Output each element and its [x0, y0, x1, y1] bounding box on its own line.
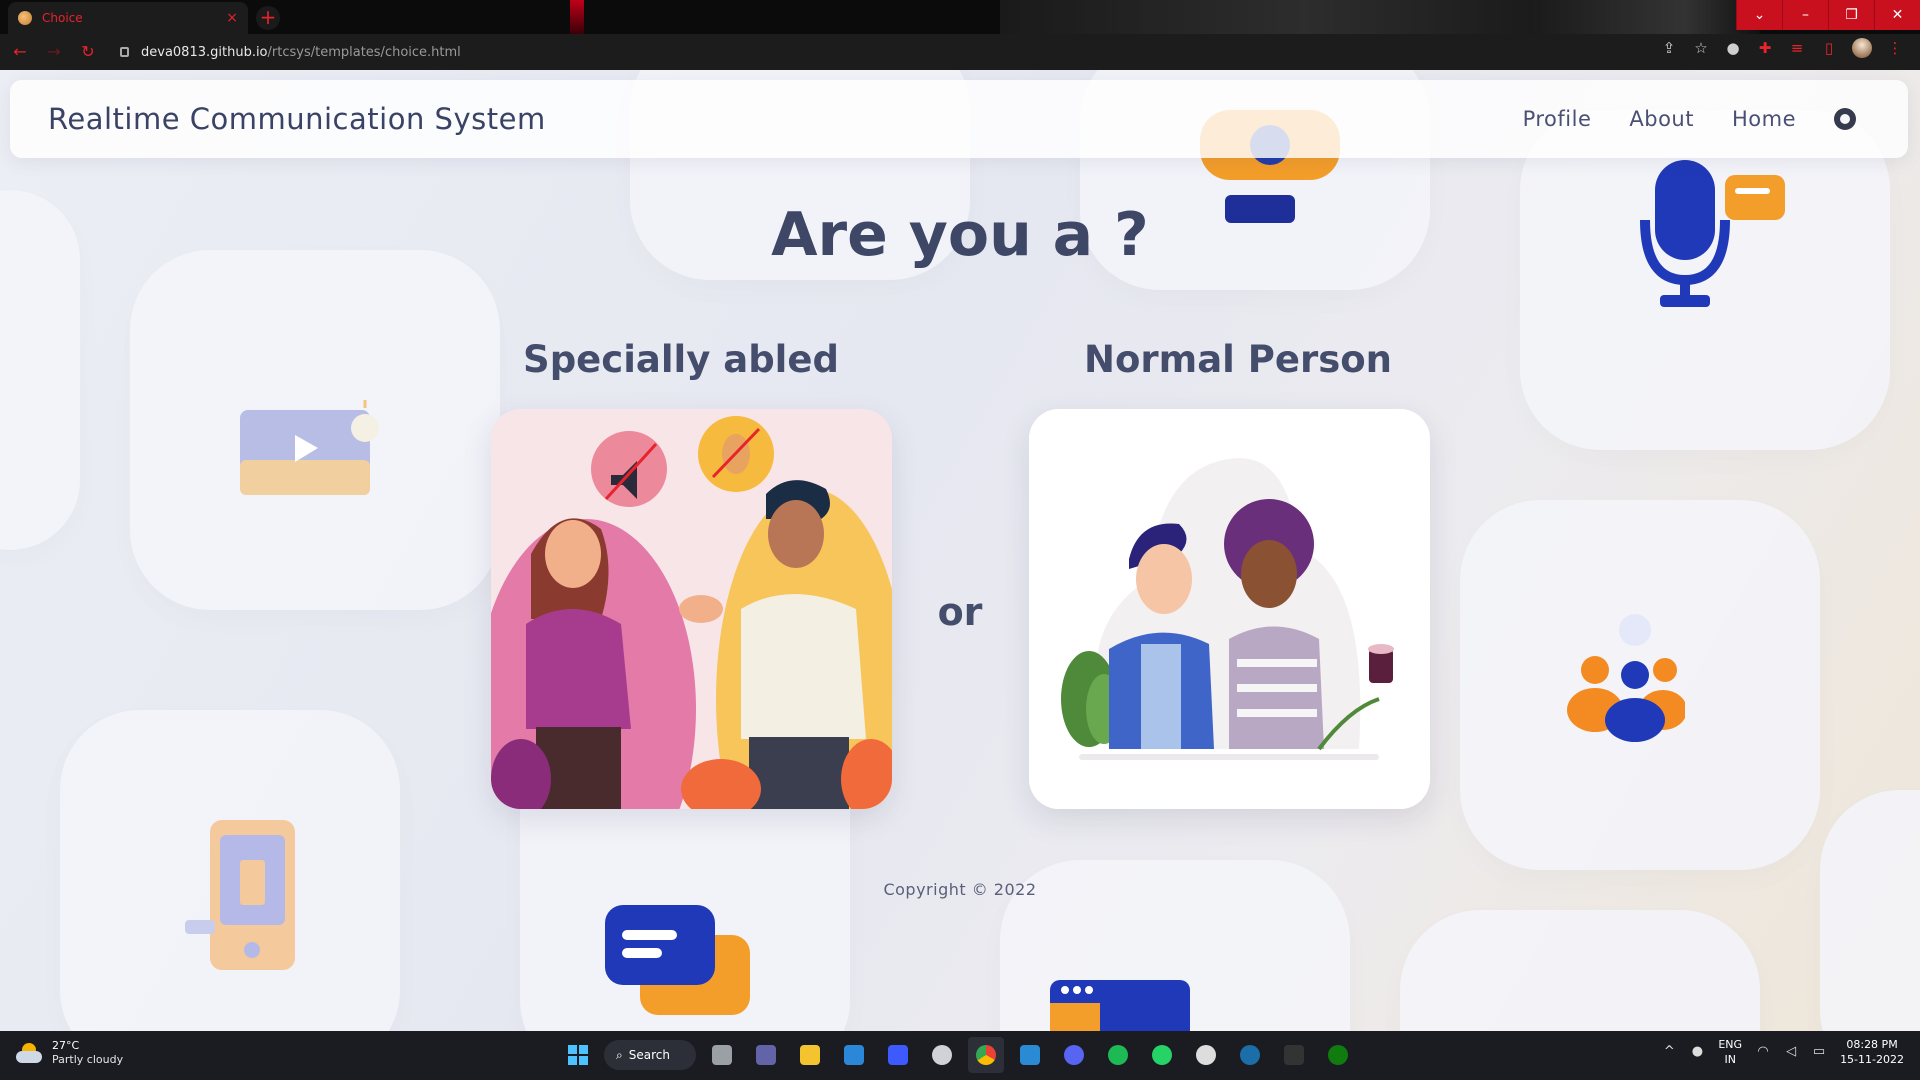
share-icon[interactable]: ⇪ [1660, 39, 1678, 57]
sign-language-illustration [491, 409, 892, 809]
clock-date: 15-11-2022 [1840, 1053, 1904, 1066]
back-button[interactable]: ← [6, 38, 34, 66]
extension-icon[interactable]: ● [1724, 39, 1742, 57]
address-bar[interactable]: deva0813.github.io /rtcsys/templates/cho… [106, 38, 1706, 66]
sidepanel-icon[interactable]: ▯ [1820, 39, 1838, 57]
nav-home-link[interactable]: Home [1732, 107, 1796, 131]
partly-cloudy-icon [16, 1043, 42, 1063]
weather-condition: Partly cloudy [52, 1053, 124, 1066]
favicon-icon [18, 11, 32, 25]
task-view-icon[interactable] [704, 1037, 740, 1073]
obs-icon[interactable] [1188, 1037, 1224, 1073]
menu-icon[interactable]: ⋮ [1886, 39, 1904, 57]
url-host: deva0813.github.io [141, 44, 268, 60]
windows-start-icon[interactable] [560, 1037, 596, 1073]
wallpaper-accent [570, 0, 584, 34]
tab-close-icon[interactable]: × [226, 10, 238, 26]
xbox-icon[interactable] [1320, 1037, 1356, 1073]
steam-icon[interactable] [1232, 1037, 1268, 1073]
search-icon: ⌕ [616, 1047, 623, 1062]
minimize-button[interactable]: – [1782, 0, 1828, 30]
spotify-icon[interactable] [1100, 1037, 1136, 1073]
nav-about-link[interactable]: About [1629, 107, 1694, 131]
clock[interactable]: 08:28 PM 15-11-2022 [1840, 1037, 1904, 1067]
nav-profile-link[interactable]: Profile [1523, 107, 1592, 131]
puzzle-icon[interactable]: ✚ [1756, 39, 1774, 57]
or-separator: or [937, 590, 983, 634]
file-explorer-icon[interactable] [792, 1037, 828, 1073]
system-tray: ^ ● ENG IN ◠ ◁ ▭ 08:28 PM 15-11-2022 [1662, 1037, 1904, 1067]
language-code: ENG [1718, 1038, 1743, 1051]
taskbar-search-button[interactable]: ⌕ Search [604, 1040, 696, 1070]
affinity-icon[interactable] [880, 1037, 916, 1073]
profile-avatar[interactable] [1852, 38, 1872, 58]
wallpaper-band [1000, 0, 1760, 34]
chat-bubbles-icon [605, 905, 750, 1015]
lock-icon[interactable] [120, 47, 129, 57]
wifi-icon[interactable]: ◠ [1756, 1045, 1770, 1059]
search-label: Search [628, 1048, 670, 1062]
chevron-up-icon[interactable]: ^ [1662, 1045, 1676, 1059]
browser-toolbar: ← → ↻ deva0813.github.io /rtcsys/templat… [0, 34, 1920, 70]
choice-label-normal-person: Normal Person [1084, 338, 1392, 381]
whatsapp-icon[interactable] [1144, 1037, 1180, 1073]
discord-icon[interactable] [1056, 1037, 1092, 1073]
store-icon[interactable] [836, 1037, 872, 1073]
browser-tabstrip: Choice × + ⌄ – ❐ ✕ [0, 0, 1920, 34]
normal-person-card[interactable] [1029, 409, 1430, 809]
microphone-icon[interactable]: ● [1690, 1045, 1704, 1059]
media-icon[interactable]: ≡ [1788, 39, 1806, 57]
chrome-icon[interactable] [968, 1037, 1004, 1073]
github-icon[interactable] [1834, 108, 1856, 130]
bg-tile [1400, 910, 1760, 1031]
browser-window-icon [1050, 980, 1190, 1031]
epic-games-icon[interactable] [1276, 1037, 1312, 1073]
toolbar-actions: ⇪ ☆ ● ✚ ≡ ▯ ⋮ [1660, 38, 1904, 58]
teams-icon[interactable] [748, 1037, 784, 1073]
new-tab-button[interactable]: + [256, 6, 280, 30]
restore-button[interactable]: ❐ [1828, 0, 1874, 30]
unity-icon[interactable] [924, 1037, 960, 1073]
tab-title: Choice [42, 11, 83, 25]
site-brand[interactable]: Realtime Communication System [48, 102, 546, 136]
close-window-button[interactable]: ✕ [1874, 0, 1920, 30]
tab-search-button[interactable]: ⌄ [1736, 0, 1782, 30]
forward-button[interactable]: → [40, 38, 68, 66]
page-content: Realtime Communication System Profile Ab… [0, 70, 1920, 1031]
specially-abled-card[interactable] [491, 409, 892, 809]
volume-icon[interactable]: ◁ [1784, 1045, 1798, 1059]
bg-tile [1820, 790, 1920, 1031]
clock-time: 08:28 PM [1846, 1038, 1898, 1051]
video-lesson-icon [240, 400, 379, 495]
friends-illustration [1029, 409, 1430, 809]
region-code: IN [1724, 1053, 1736, 1066]
taskbar: 27°C Partly cloudy ⌕ Search ^ ● ENG IN ◠… [0, 1031, 1920, 1080]
star-icon[interactable]: ☆ [1692, 39, 1710, 57]
page-title: Are you a ? [771, 200, 1149, 270]
team-idea-icon [1567, 614, 1685, 742]
weather-text: 27°C Partly cloudy [52, 1039, 123, 1067]
site-nav: Profile About Home [1523, 107, 1856, 131]
choice-label-specially-abled: Specially abled [523, 338, 839, 381]
browser-tab[interactable]: Choice × [8, 2, 248, 34]
reload-button[interactable]: ↻ [74, 38, 102, 66]
url-path: /rtcsys/templates/choice.html [267, 44, 461, 60]
copyright-text: Copyright © 2022 [883, 880, 1037, 899]
battery-icon[interactable]: ▭ [1812, 1045, 1826, 1059]
window-controls: ⌄ – ❐ ✕ [1736, 0, 1920, 30]
vscode-icon[interactable] [1012, 1037, 1048, 1073]
weather-temp: 27°C [52, 1039, 80, 1052]
language-indicator[interactable]: ENG IN [1718, 1037, 1742, 1067]
site-navbar: Realtime Communication System Profile Ab… [10, 80, 1908, 158]
weather-widget[interactable]: 27°C Partly cloudy [16, 1039, 123, 1067]
taskbar-apps: ⌕ Search [560, 1037, 1356, 1073]
